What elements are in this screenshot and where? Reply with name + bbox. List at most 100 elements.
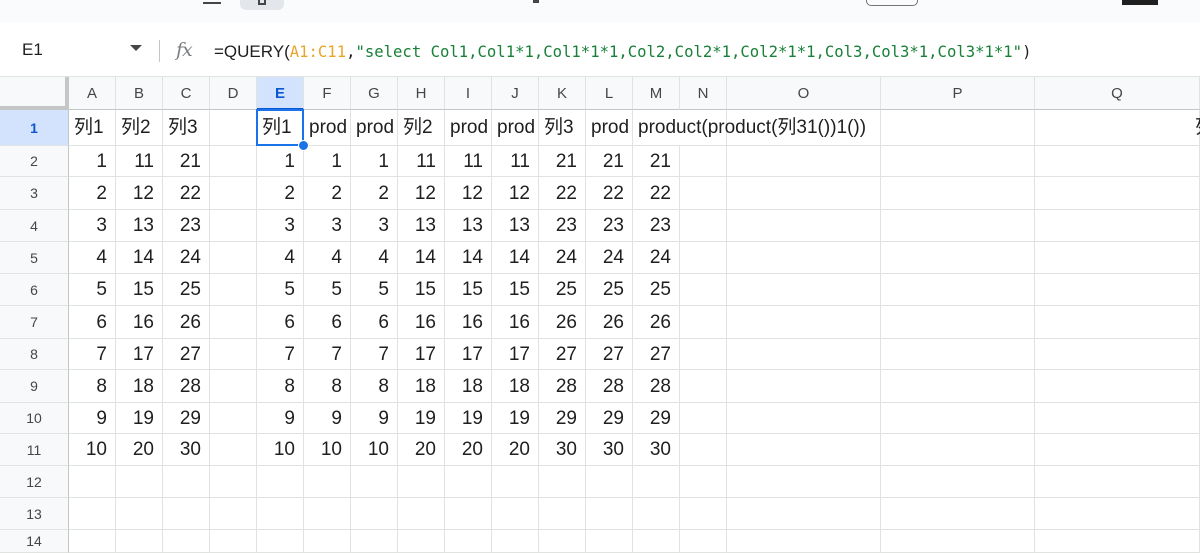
cell-i1[interactable]: prod: [445, 110, 492, 146]
cell-k11[interactable]: 30: [539, 434, 586, 466]
cell-a7[interactable]: 6: [69, 306, 116, 339]
chevron-down-icon[interactable]: [130, 45, 142, 51]
cell-h7[interactable]: 16: [398, 306, 445, 339]
cell-n4[interactable]: [680, 210, 727, 242]
cell-f10[interactable]: 9: [304, 403, 351, 434]
cell-o6[interactable]: [727, 274, 881, 306]
cell-j9[interactable]: 18: [492, 370, 539, 403]
cell-g8[interactable]: 7: [351, 339, 398, 370]
column-header-b[interactable]: B: [116, 77, 163, 110]
toolbar-paint-format-button[interactable]: [240, 0, 284, 10]
cell-a11[interactable]: 10: [69, 434, 116, 466]
cell-q14[interactable]: [1035, 530, 1200, 553]
row-header-6[interactable]: 6: [0, 274, 69, 306]
cell-n6[interactable]: [680, 274, 727, 306]
cell-b5[interactable]: 14: [116, 242, 163, 274]
cell-c4[interactable]: 23: [163, 210, 210, 242]
cell-j12[interactable]: [492, 466, 539, 498]
cell-n8[interactable]: [680, 339, 727, 370]
cell-g12[interactable]: [351, 466, 398, 498]
name-box[interactable]: E1: [0, 32, 158, 66]
cell-n2[interactable]: [680, 146, 727, 177]
column-header-f[interactable]: F: [304, 77, 351, 110]
row-header-12[interactable]: 12: [0, 466, 69, 498]
cell-e6[interactable]: 5: [257, 274, 304, 306]
cell-d5[interactable]: [210, 242, 257, 274]
row-header-14[interactable]: 14: [0, 530, 69, 553]
cell-k4[interactable]: 23: [539, 210, 586, 242]
cell-h12[interactable]: [398, 466, 445, 498]
cell-p2[interactable]: [881, 146, 1035, 177]
cell-l5[interactable]: 24: [586, 242, 633, 274]
cell-j10[interactable]: 19: [492, 403, 539, 434]
row-header-5[interactable]: 5: [0, 242, 69, 274]
column-header-h[interactable]: H: [398, 77, 445, 110]
row-header-3[interactable]: 3: [0, 177, 69, 210]
cell-g9[interactable]: 8: [351, 370, 398, 403]
cell-h9[interactable]: 18: [398, 370, 445, 403]
column-header-j[interactable]: J: [492, 77, 539, 110]
cell-p8[interactable]: [881, 339, 1035, 370]
cell-o13[interactable]: [727, 498, 881, 530]
fill-handle[interactable]: [298, 140, 309, 151]
cell-o12[interactable]: [727, 466, 881, 498]
cell-e14[interactable]: [257, 530, 304, 553]
cell-q9[interactable]: [1035, 370, 1200, 403]
formula-input[interactable]: =QUERY(A1:C11,"select Col1,Col1*1,Col1*1…: [214, 42, 1031, 62]
cell-p9[interactable]: [881, 370, 1035, 403]
cell-g1[interactable]: prod: [351, 110, 398, 146]
cell-q4[interactable]: [1035, 210, 1200, 242]
cell-o9[interactable]: [727, 370, 881, 403]
cell-f6[interactable]: 5: [304, 274, 351, 306]
cell-o14[interactable]: [727, 530, 881, 553]
cell-e5[interactable]: 4: [257, 242, 304, 274]
cell-f9[interactable]: 8: [304, 370, 351, 403]
cell-g11[interactable]: 10: [351, 434, 398, 466]
column-header-n[interactable]: N: [680, 77, 727, 110]
cell-o2[interactable]: [727, 146, 881, 177]
cell-p4[interactable]: [881, 210, 1035, 242]
cell-p14[interactable]: [881, 530, 1035, 553]
cell-f11[interactable]: 10: [304, 434, 351, 466]
cell-d13[interactable]: [210, 498, 257, 530]
cell-d2[interactable]: [210, 146, 257, 177]
cell-i10[interactable]: 19: [445, 403, 492, 434]
cell-f5[interactable]: 4: [304, 242, 351, 274]
cell-q5[interactable]: [1035, 242, 1200, 274]
cell-b4[interactable]: 13: [116, 210, 163, 242]
cell-l12[interactable]: [586, 466, 633, 498]
cell-e1[interactable]: 列1: [257, 110, 304, 146]
cell-i5[interactable]: 14: [445, 242, 492, 274]
cell-j1[interactable]: prod: [492, 110, 539, 146]
column-header-c[interactable]: C: [163, 77, 210, 110]
cell-b8[interactable]: 17: [116, 339, 163, 370]
cell-l11[interactable]: 30: [586, 434, 633, 466]
row-header-11[interactable]: 11: [0, 434, 69, 466]
cell-j2[interactable]: 11: [492, 146, 539, 177]
cell-q8[interactable]: [1035, 339, 1200, 370]
cell-m11[interactable]: 30: [633, 434, 680, 466]
cell-p7[interactable]: [881, 306, 1035, 339]
cell-e3[interactable]: 2: [257, 177, 304, 210]
cell-q1[interactable]: [1035, 110, 1200, 146]
cell-m12[interactable]: [633, 466, 680, 498]
cell-f7[interactable]: 6: [304, 306, 351, 339]
cell-n9[interactable]: [680, 370, 727, 403]
cell-f13[interactable]: [304, 498, 351, 530]
cell-p10[interactable]: [881, 403, 1035, 434]
cell-m13[interactable]: [633, 498, 680, 530]
cell-a9[interactable]: 8: [69, 370, 116, 403]
cell-n14[interactable]: [680, 530, 727, 553]
cell-c12[interactable]: [163, 466, 210, 498]
cell-e8[interactable]: 7: [257, 339, 304, 370]
cell-h2[interactable]: 11: [398, 146, 445, 177]
cell-k7[interactable]: 26: [539, 306, 586, 339]
cell-a3[interactable]: 2: [69, 177, 116, 210]
cell-k2[interactable]: 21: [539, 146, 586, 177]
cell-l10[interactable]: 29: [586, 403, 633, 434]
cell-m6[interactable]: 25: [633, 274, 680, 306]
cell-i12[interactable]: [445, 466, 492, 498]
cell-b7[interactable]: 16: [116, 306, 163, 339]
cell-a14[interactable]: [69, 530, 116, 553]
cell-o8[interactable]: [727, 339, 881, 370]
